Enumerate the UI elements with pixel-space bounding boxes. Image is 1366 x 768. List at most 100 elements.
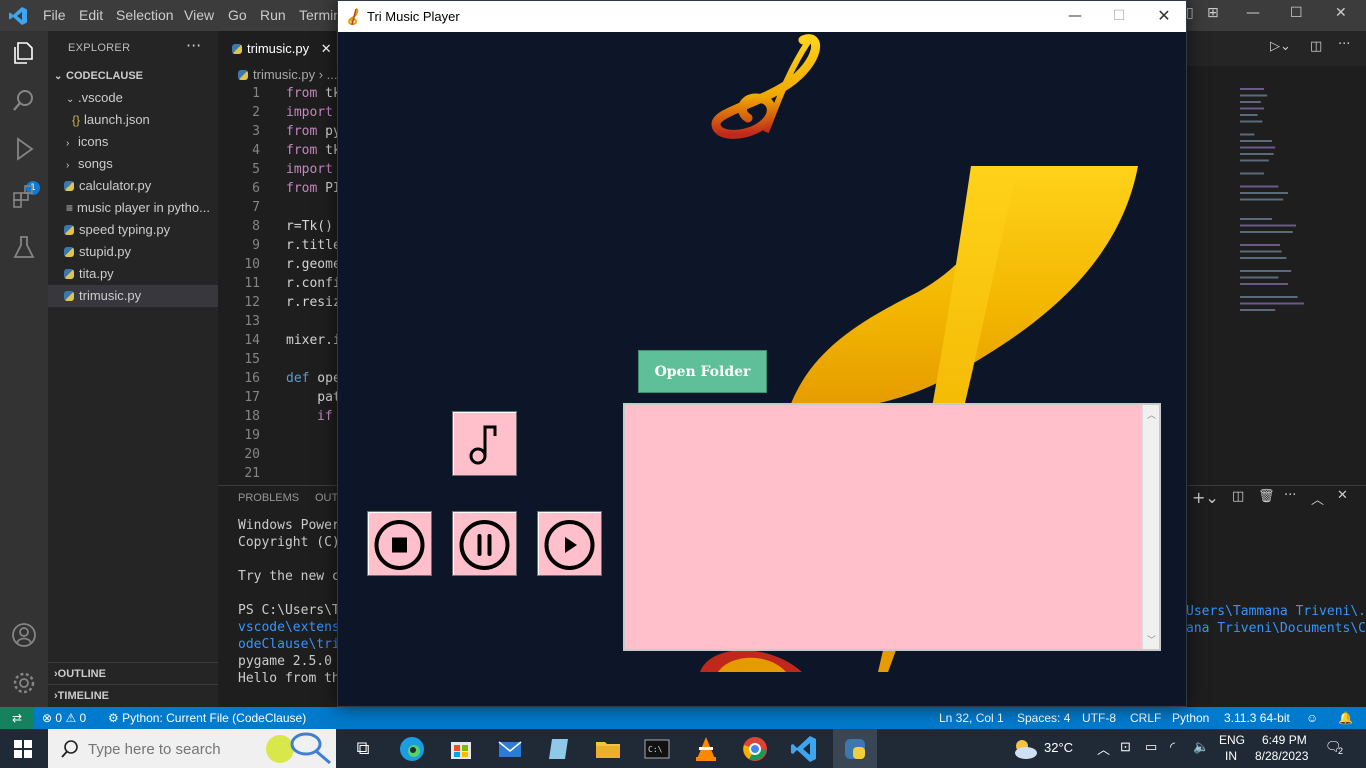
tray-expand-icon[interactable]: ︿ <box>1097 739 1110 758</box>
vscode-close-icon[interactable]: ✕ <box>1335 5 1347 21</box>
menu-go[interactable]: Go <box>228 7 247 23</box>
extensions-icon[interactable] <box>10 183 38 211</box>
vscode-minimize-icon[interactable]: — <box>1246 5 1260 21</box>
end-of-line[interactable]: CRLF <box>1130 707 1161 729</box>
split-terminal-icon[interactable]: ◫ <box>1232 489 1244 504</box>
kill-terminal-icon[interactable]: 🗑 <box>1258 489 1275 504</box>
code-line[interactable]: import <box>286 162 333 177</box>
wifi-icon[interactable]: ◜ <box>1170 739 1175 755</box>
feedback-icon[interactable]: ☺ <box>1306 707 1318 729</box>
clock-date[interactable]: 8/28/2023 <box>1255 749 1308 763</box>
tab-close-icon[interactable]: ✕ <box>321 41 332 56</box>
play-button[interactable] <box>537 511 602 576</box>
menu-edit[interactable]: Edit <box>79 7 103 23</box>
code-line[interactable]: if <box>286 409 333 424</box>
code-line[interactable]: mixer.i <box>286 333 341 348</box>
menu-view[interactable]: View <box>184 7 214 23</box>
edge-browser-icon[interactable] <box>396 733 428 765</box>
tree-item-stupid[interactable]: stupid.py <box>48 241 218 263</box>
close-panel-icon[interactable]: ✕ <box>1337 488 1348 503</box>
player-maximize-icon[interactable]: ☐ <box>1109 5 1129 27</box>
weather-temp[interactable]: 32°C <box>1044 740 1073 755</box>
explorer-icon[interactable] <box>10 39 38 67</box>
python-app-icon[interactable] <box>839 733 871 765</box>
layout-grid-icon[interactable]: ⊞ <box>1207 5 1219 21</box>
tree-item-calculator[interactable]: calculator.py <box>48 175 218 197</box>
vscode-maximize-icon[interactable]: ☐ <box>1290 5 1303 21</box>
tab-trimusic[interactable]: trimusic.py ✕ <box>218 31 336 66</box>
stop-button[interactable] <box>367 511 432 576</box>
panel-tab-output[interactable]: OUT <box>315 492 338 504</box>
code-line[interactable]: def ope <box>286 371 341 386</box>
layout-sidebar-icon[interactable]: ▯ <box>1186 5 1194 21</box>
vscode-taskbar-icon[interactable] <box>788 733 820 765</box>
problems-status[interactable]: ⊗ 0 ⚠ 0 <box>42 707 86 729</box>
tree-item-music-player[interactable]: ≡ music player in pytho... <box>48 197 218 219</box>
python-version[interactable]: 3.11.3 64-bit <box>1224 707 1290 729</box>
code-line[interactable]: from tk <box>286 86 341 101</box>
photos-app-icon[interactable] <box>543 733 575 765</box>
search-input[interactable] <box>88 738 288 760</box>
language-eng[interactable]: ENG <box>1219 733 1245 747</box>
player-close-icon[interactable]: ✕ <box>1154 5 1174 27</box>
new-terminal-icon[interactable]: +⌄ <box>1192 488 1219 507</box>
language-mode[interactable]: Python <box>1172 707 1209 729</box>
meet-now-icon[interactable]: ⊡ <box>1120 739 1131 755</box>
debug-config-status[interactable]: ⚙ Python: Current File (CodeClause) <box>108 707 306 729</box>
minimap[interactable] <box>1236 86 1346 326</box>
select-song-button[interactable] <box>452 411 517 476</box>
code-line[interactable]: from tk <box>286 143 341 158</box>
tree-item-speed-typing[interactable]: speed typing.py <box>48 219 218 241</box>
workspace-root[interactable]: ⌄ CODECLAUSE <box>48 65 218 87</box>
mail-icon[interactable] <box>494 733 526 765</box>
menu-run[interactable]: Run <box>260 7 286 23</box>
menu-terminal[interactable]: Termin <box>299 7 341 23</box>
menu-selection[interactable]: Selection <box>116 7 174 23</box>
windows-start-icon[interactable] <box>14 740 32 758</box>
explorer-more-button[interactable]: ··· <box>186 36 201 55</box>
tree-item-trimusic[interactable]: trimusic.py <box>48 285 218 307</box>
code-line[interactable]: r=Tk() <box>286 219 333 234</box>
weather-cloud-icon[interactable] <box>1010 737 1038 761</box>
run-file-icon[interactable]: ▷⌄ <box>1270 39 1291 54</box>
battery-icon[interactable]: ▭ <box>1145 739 1157 755</box>
menu-file[interactable]: File <box>43 7 66 23</box>
tree-item-vscode-folder[interactable]: ⌄ .vscode <box>48 87 218 109</box>
testing-flask-icon[interactable] <box>10 233 38 261</box>
tree-item-songs-folder[interactable]: › songs <box>48 153 218 175</box>
cursor-position[interactable]: Ln 32, Col 1 <box>939 707 1004 729</box>
volume-icon[interactable]: 🔈 <box>1193 739 1209 755</box>
player-minimize-icon[interactable]: — <box>1065 5 1085 27</box>
run-debug-icon[interactable] <box>10 135 38 163</box>
panel-tab-problems[interactable]: PROBLEMS <box>238 492 299 504</box>
code-line[interactable]: r.title <box>286 238 341 253</box>
indentation[interactable]: Spaces: 4 <box>1017 707 1070 729</box>
file-explorer-icon[interactable] <box>592 733 624 765</box>
code-line[interactable]: import <box>286 105 333 120</box>
microsoft-store-icon[interactable] <box>445 733 477 765</box>
encoding[interactable]: UTF-8 <box>1082 707 1116 729</box>
clock-time[interactable]: 6:49 PM <box>1262 733 1307 747</box>
search-icon[interactable] <box>10 87 38 115</box>
chrome-icon[interactable] <box>739 733 771 765</box>
song-playlist[interactable]: ︿ ﹀ <box>623 403 1161 651</box>
vlc-icon[interactable] <box>690 733 722 765</box>
editor-more-icon[interactable]: ··· <box>1338 37 1350 52</box>
settings-gear-icon[interactable] <box>10 669 38 697</box>
remote-icon[interactable]: ⇄ <box>0 707 34 729</box>
tree-item-icons-folder[interactable]: › icons <box>48 131 218 153</box>
timeline-section[interactable]: ›TIMELINE <box>48 684 218 706</box>
tree-item-tita[interactable]: tita.py <box>48 263 218 285</box>
code-line[interactable]: pat <box>286 390 341 405</box>
outline-section[interactable]: ›OUTLINE <box>48 662 218 684</box>
pause-button[interactable] <box>452 511 517 576</box>
taskbar-search[interactable] <box>48 729 336 768</box>
account-icon[interactable] <box>10 621 38 649</box>
scroll-down-icon[interactable]: ﹀ <box>1147 633 1156 646</box>
maximize-panel-icon[interactable]: ︿ <box>1311 489 1324 508</box>
code-line[interactable]: from py <box>286 124 341 139</box>
command-prompt-icon[interactable]: C:\ <box>641 733 673 765</box>
breadcrumb[interactable]: trimusic.py › ... <box>238 67 338 82</box>
playlist-scrollbar[interactable]: ︿ ﹀ <box>1142 405 1159 649</box>
code-line[interactable]: r.resiz <box>286 295 341 310</box>
